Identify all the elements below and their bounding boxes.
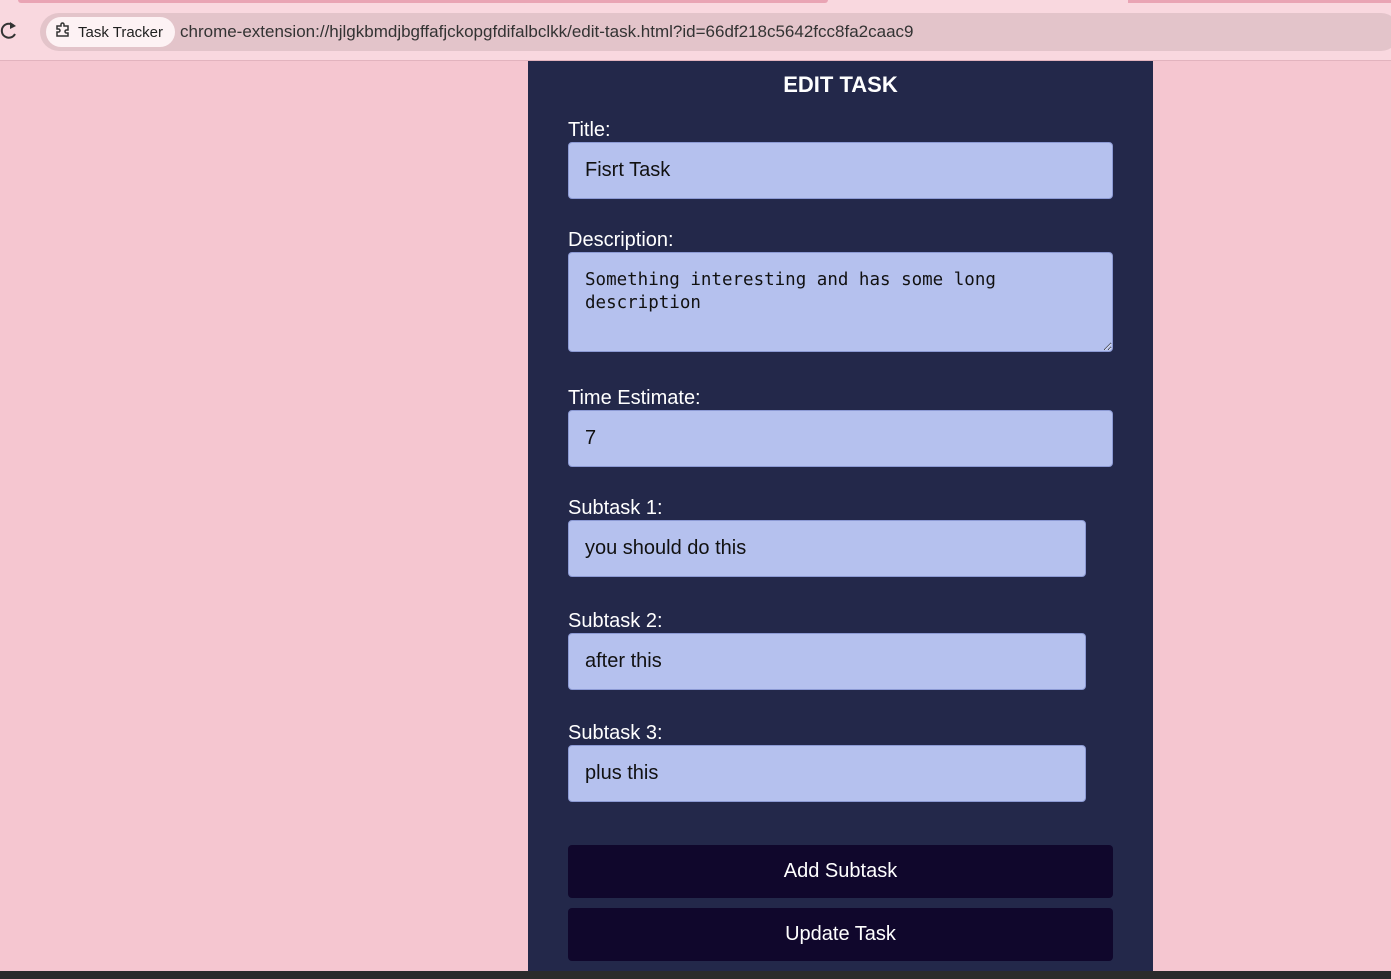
url-text[interactable]: chrome-extension://hjlgkbmdjbgffafjckopg…: [180, 13, 913, 51]
taskbar-edge: [0, 971, 1391, 979]
page-title: EDIT TASK: [783, 72, 898, 97]
title-input[interactable]: [568, 142, 1113, 199]
add-subtask-button[interactable]: Add Subtask: [568, 845, 1113, 898]
site-info-chip[interactable]: Task Tracker: [46, 17, 176, 47]
subtask-1-input[interactable]: [568, 520, 1086, 577]
address-bar[interactable]: Task Tracker chrome-extension://hjlgkbmd…: [40, 13, 1391, 51]
description-textarea[interactable]: Something interesting and has some long …: [568, 252, 1113, 352]
browser-tab-strip: [0, 0, 1391, 10]
reload-icon[interactable]: [0, 20, 20, 42]
puzzle-icon: [54, 21, 72, 44]
time-estimate-label: Time Estimate:: [568, 387, 701, 409]
subtask-3-input[interactable]: [568, 745, 1086, 802]
subtask-2-input[interactable]: [568, 633, 1086, 690]
update-task-button[interactable]: Update Task: [568, 908, 1113, 961]
edit-task-panel: EDIT TASK Title: Description: Something …: [528, 61, 1153, 971]
site-chip-label: Task Tracker: [78, 23, 164, 41]
time-estimate-input[interactable]: [568, 410, 1113, 467]
subtask-1-label: Subtask 1:: [568, 497, 663, 519]
tab-edge: [18, 0, 828, 3]
subtask-3-label: Subtask 3:: [568, 722, 663, 744]
description-label: Description:: [568, 229, 674, 251]
browser-toolbar: Task Tracker chrome-extension://hjlgkbmd…: [0, 10, 1391, 61]
tab-edge-right: [1128, 0, 1391, 3]
subtask-2-label: Subtask 2:: [568, 610, 663, 632]
title-label: Title:: [568, 119, 611, 141]
